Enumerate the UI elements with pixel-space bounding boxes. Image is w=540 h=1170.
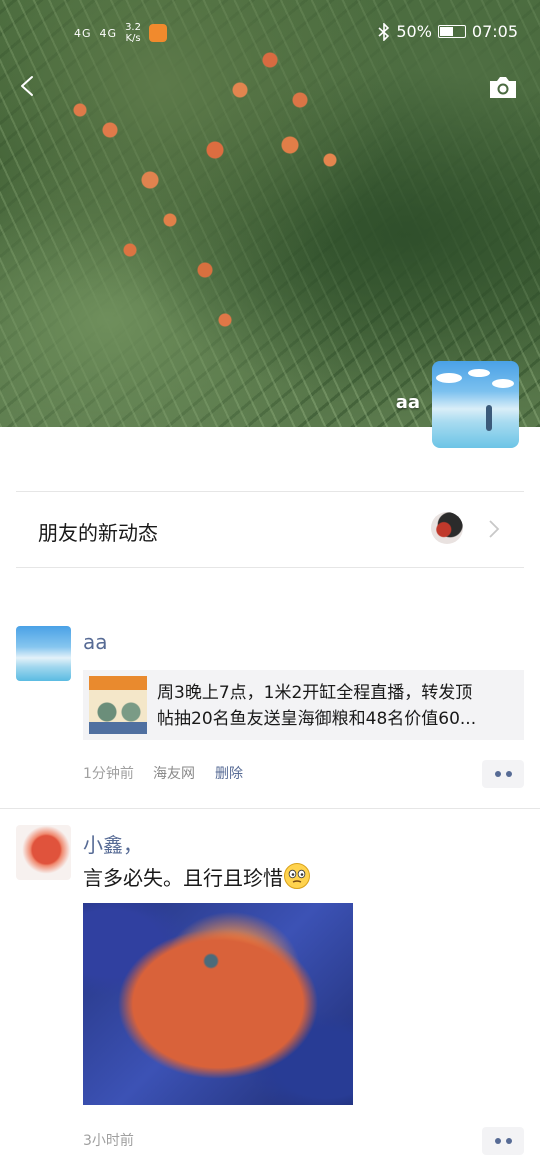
- signal-1: 4G: [74, 26, 92, 40]
- clock: 07:05: [471, 22, 518, 41]
- battery-percent: 50%: [396, 22, 432, 41]
- friends-new-activity-row[interactable]: 朋友的新动态: [16, 492, 524, 567]
- profile-name: aa: [395, 392, 420, 413]
- profile-avatar[interactable]: [432, 361, 519, 448]
- speed-value: 3.2: [125, 22, 141, 33]
- post-time: 3小时前: [83, 1133, 134, 1149]
- post-image[interactable]: [83, 903, 353, 1105]
- network-speed: 3.2 K/s: [125, 22, 141, 44]
- bluetooth-icon: [378, 22, 390, 41]
- chevron-right-icon: [489, 520, 500, 538]
- shared-link-card[interactable]: 周3晚上7点，1米2开缸全程直播，转发顶 帖抽20名鱼友送皇海御粮和48名价值6…: [83, 670, 524, 740]
- link-title-line-2: 帖抽20名鱼友送皇海御粮和48名价值60...: [157, 709, 477, 729]
- post-avatar[interactable]: [16, 825, 71, 880]
- link-title: 周3晚上7点，1米2开缸全程直播，转发顶 帖抽20名鱼友送皇海御粮和48名价值6…: [157, 680, 512, 732]
- post-source[interactable]: 海友网: [153, 763, 195, 783]
- back-arrow-icon[interactable]: [16, 74, 40, 98]
- post-author[interactable]: aa: [83, 630, 108, 654]
- friend-avatar: [431, 512, 463, 544]
- more-actions-button[interactable]: [482, 1127, 524, 1155]
- link-title-line-1: 周3晚上7点，1米2开缸全程直播，转发顶: [157, 683, 473, 703]
- divider: [16, 567, 524, 568]
- battery-icon: [437, 25, 466, 38]
- more-actions-button[interactable]: [482, 760, 524, 788]
- link-thumbnail: [89, 676, 147, 734]
- speed-unit: K/s: [125, 33, 141, 44]
- post-text: 言多必失。且行且珍惜: [83, 862, 311, 891]
- status-left: 4G 4G 3.2 K/s: [74, 22, 167, 44]
- post-avatar[interactable]: [16, 626, 71, 681]
- status-right: 50% 07:05: [378, 22, 518, 41]
- friends-new-activity-label: 朋友的新动态: [38, 521, 158, 545]
- divider: [0, 808, 540, 809]
- post-author[interactable]: 小鑫，: [83, 829, 143, 858]
- uc-browser-icon: [148, 24, 167, 42]
- post-time: 1分钟前: [83, 766, 134, 782]
- delete-button[interactable]: 删除: [215, 763, 243, 783]
- post-text-content: 言多必失。且行且珍惜: [83, 866, 283, 890]
- camera-icon[interactable]: [488, 74, 518, 100]
- emoji-icon: [284, 863, 310, 889]
- status-bar: 4G 4G 3.2 K/s 50% 07:05: [0, 18, 540, 50]
- signal-2: 4G: [99, 26, 118, 40]
